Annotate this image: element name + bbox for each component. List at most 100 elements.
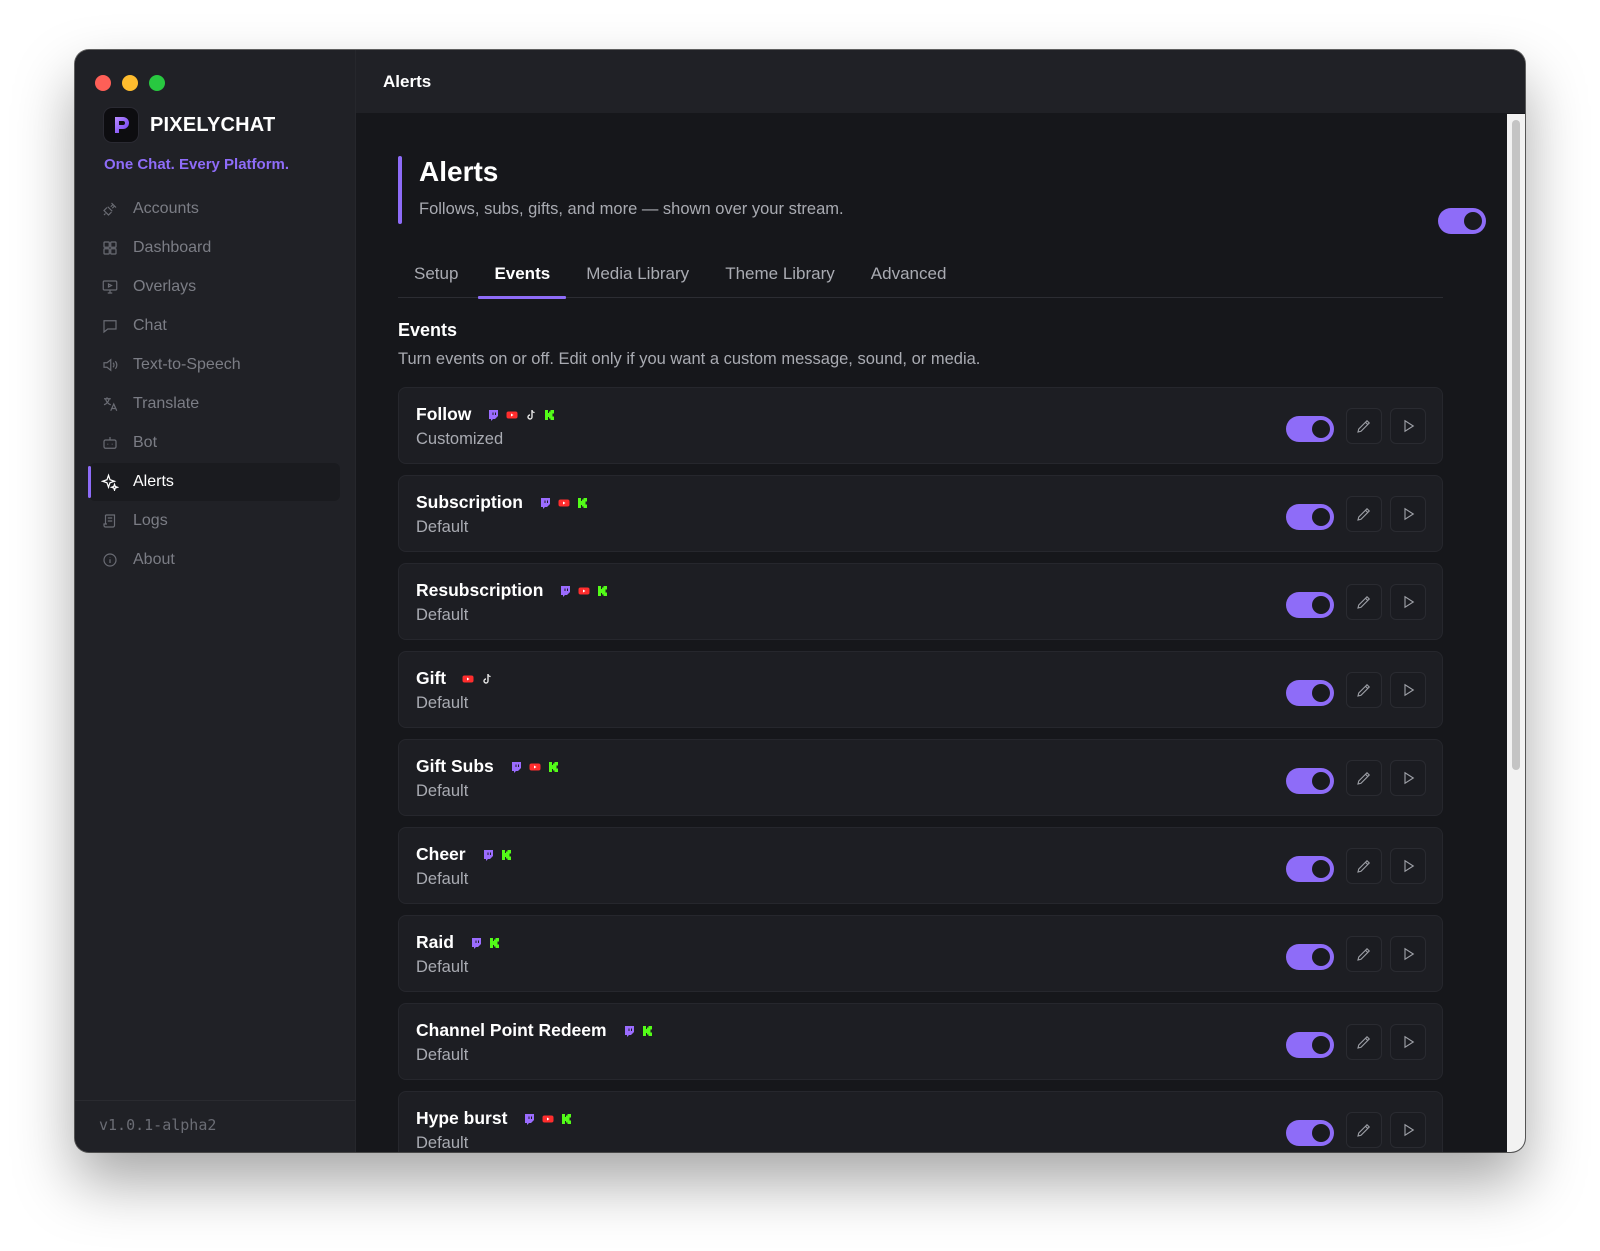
event-status: Default — [416, 518, 469, 536]
tab-media-library[interactable]: Media Library — [570, 252, 705, 298]
event-row: Channel Point Redeem Default — [398, 1003, 1443, 1080]
event-name-row: Hype burst — [416, 1108, 573, 1129]
event-name-row: Cheer — [416, 844, 513, 865]
event-enable-toggle[interactable] — [1286, 855, 1334, 882]
tab-advanced[interactable]: Advanced — [855, 252, 963, 298]
preview-button[interactable] — [1390, 936, 1426, 972]
scrollbar[interactable] — [1507, 114, 1525, 1152]
twitch-icon — [510, 761, 522, 773]
twitch-icon — [482, 849, 494, 861]
preview-button[interactable] — [1390, 1112, 1426, 1148]
minimize-window-button[interactable] — [122, 75, 138, 91]
edit-button[interactable] — [1346, 760, 1382, 796]
twitch-icon — [623, 1025, 635, 1037]
twitch-icon — [523, 1113, 535, 1125]
events-section-title: Events — [398, 320, 458, 340]
sidebar-item-text-to-speech[interactable]: Text-to-Speech — [89, 346, 340, 384]
preview-button[interactable] — [1390, 672, 1426, 708]
preview-button[interactable] — [1390, 496, 1426, 532]
event-name: Gift Subs — [416, 756, 494, 776]
youtube-icon — [529, 761, 541, 773]
sidebar-item-label: Logs — [133, 512, 168, 529]
platform-icons — [482, 849, 513, 861]
edit-button[interactable] — [1346, 408, 1382, 444]
sparkle-icon — [101, 473, 119, 491]
sidebar-item-overlays[interactable]: Overlays — [89, 268, 340, 306]
pencil-icon — [1357, 507, 1371, 521]
event-enable-toggle[interactable] — [1286, 503, 1334, 530]
youtube-icon — [558, 497, 570, 509]
tab-theme-library[interactable]: Theme Library — [709, 252, 851, 298]
edit-button[interactable] — [1346, 672, 1382, 708]
event-row: Gift Default — [398, 651, 1443, 728]
edit-button[interactable] — [1346, 848, 1382, 884]
sidebar-nav: Accounts Dashboard Overlays Chat Text-to… — [88, 190, 340, 580]
main-content: Alerts Follows, subs, gifts, and more — … — [356, 114, 1525, 1152]
event-name-row: Gift Subs — [416, 756, 560, 777]
platform-icons — [510, 761, 560, 773]
event-enable-toggle[interactable] — [1286, 767, 1334, 794]
sidebar-item-label: Text-to-Speech — [133, 356, 241, 373]
sidebar-item-chat[interactable]: Chat — [89, 307, 340, 345]
event-name: Raid — [416, 932, 454, 952]
event-enable-toggle[interactable] — [1286, 943, 1334, 970]
chat-icon — [103, 320, 117, 334]
edit-button[interactable] — [1346, 584, 1382, 620]
kick-icon — [597, 585, 609, 597]
event-enable-toggle[interactable] — [1286, 679, 1334, 706]
header-accent-bar — [398, 156, 402, 224]
edit-button[interactable] — [1346, 1024, 1382, 1060]
close-window-button[interactable] — [95, 75, 111, 91]
edit-button[interactable] — [1346, 936, 1382, 972]
edit-button[interactable] — [1346, 1112, 1382, 1148]
play-icon — [1404, 1035, 1415, 1049]
preview-button[interactable] — [1390, 848, 1426, 884]
monitor-icon — [102, 280, 118, 294]
events-list: Follow Customized Subscription Default R… — [398, 387, 1443, 1152]
brand: PIXELYCHAT — [104, 108, 275, 142]
alerts-master-toggle[interactable] — [1438, 208, 1486, 234]
pencil-icon — [1357, 1035, 1371, 1049]
event-row: Follow Customized — [398, 387, 1443, 464]
bot-icon — [103, 437, 117, 449]
event-status: Customized — [416, 430, 504, 448]
preview-button[interactable] — [1390, 408, 1426, 444]
event-controls — [1286, 1112, 1426, 1148]
event-name: Gift — [416, 668, 447, 688]
event-enable-toggle[interactable] — [1286, 1119, 1334, 1146]
window-controls — [95, 75, 165, 91]
twitch-icon — [559, 585, 571, 597]
preview-button[interactable] — [1390, 584, 1426, 620]
edit-button[interactable] — [1346, 496, 1382, 532]
platform-icons — [470, 937, 501, 949]
sidebar-item-bot[interactable]: Bot — [89, 424, 340, 462]
sidebar-item-translate[interactable]: Translate — [89, 385, 340, 423]
event-enable-toggle[interactable] — [1286, 591, 1334, 618]
sidebar-item-label: Overlays — [133, 278, 197, 295]
sidebar-item-dashboard[interactable]: Dashboard — [89, 229, 340, 267]
event-controls — [1286, 760, 1426, 796]
window-title: Alerts — [383, 72, 432, 91]
event-enable-toggle[interactable] — [1286, 415, 1334, 442]
grid-icon — [103, 241, 117, 255]
event-enable-toggle[interactable] — [1286, 1031, 1334, 1058]
event-name-row: Channel Point Redeem — [416, 1020, 654, 1041]
sidebar-item-alerts[interactable]: Alerts — [88, 463, 340, 501]
zoom-window-button[interactable] — [149, 75, 165, 91]
tab-setup[interactable]: Setup — [398, 252, 474, 298]
event-name: Hype burst — [416, 1108, 508, 1128]
sidebar-item-accounts[interactable]: Accounts — [89, 190, 340, 228]
sidebar-item-about[interactable]: About — [89, 541, 340, 579]
scrollbar-thumb[interactable] — [1512, 120, 1520, 770]
preview-button[interactable] — [1390, 1024, 1426, 1060]
event-row: Raid Default — [398, 915, 1443, 992]
event-status: Default — [416, 870, 469, 888]
sidebar-item-logs[interactable]: Logs — [89, 502, 340, 540]
twitch-icon — [470, 937, 482, 949]
kick-icon — [642, 1025, 654, 1037]
youtube-icon — [578, 585, 590, 597]
preview-button[interactable] — [1390, 760, 1426, 796]
brand-name: PIXELYCHAT — [150, 113, 276, 136]
event-controls — [1286, 584, 1426, 620]
tab-events[interactable]: Events — [478, 252, 566, 299]
